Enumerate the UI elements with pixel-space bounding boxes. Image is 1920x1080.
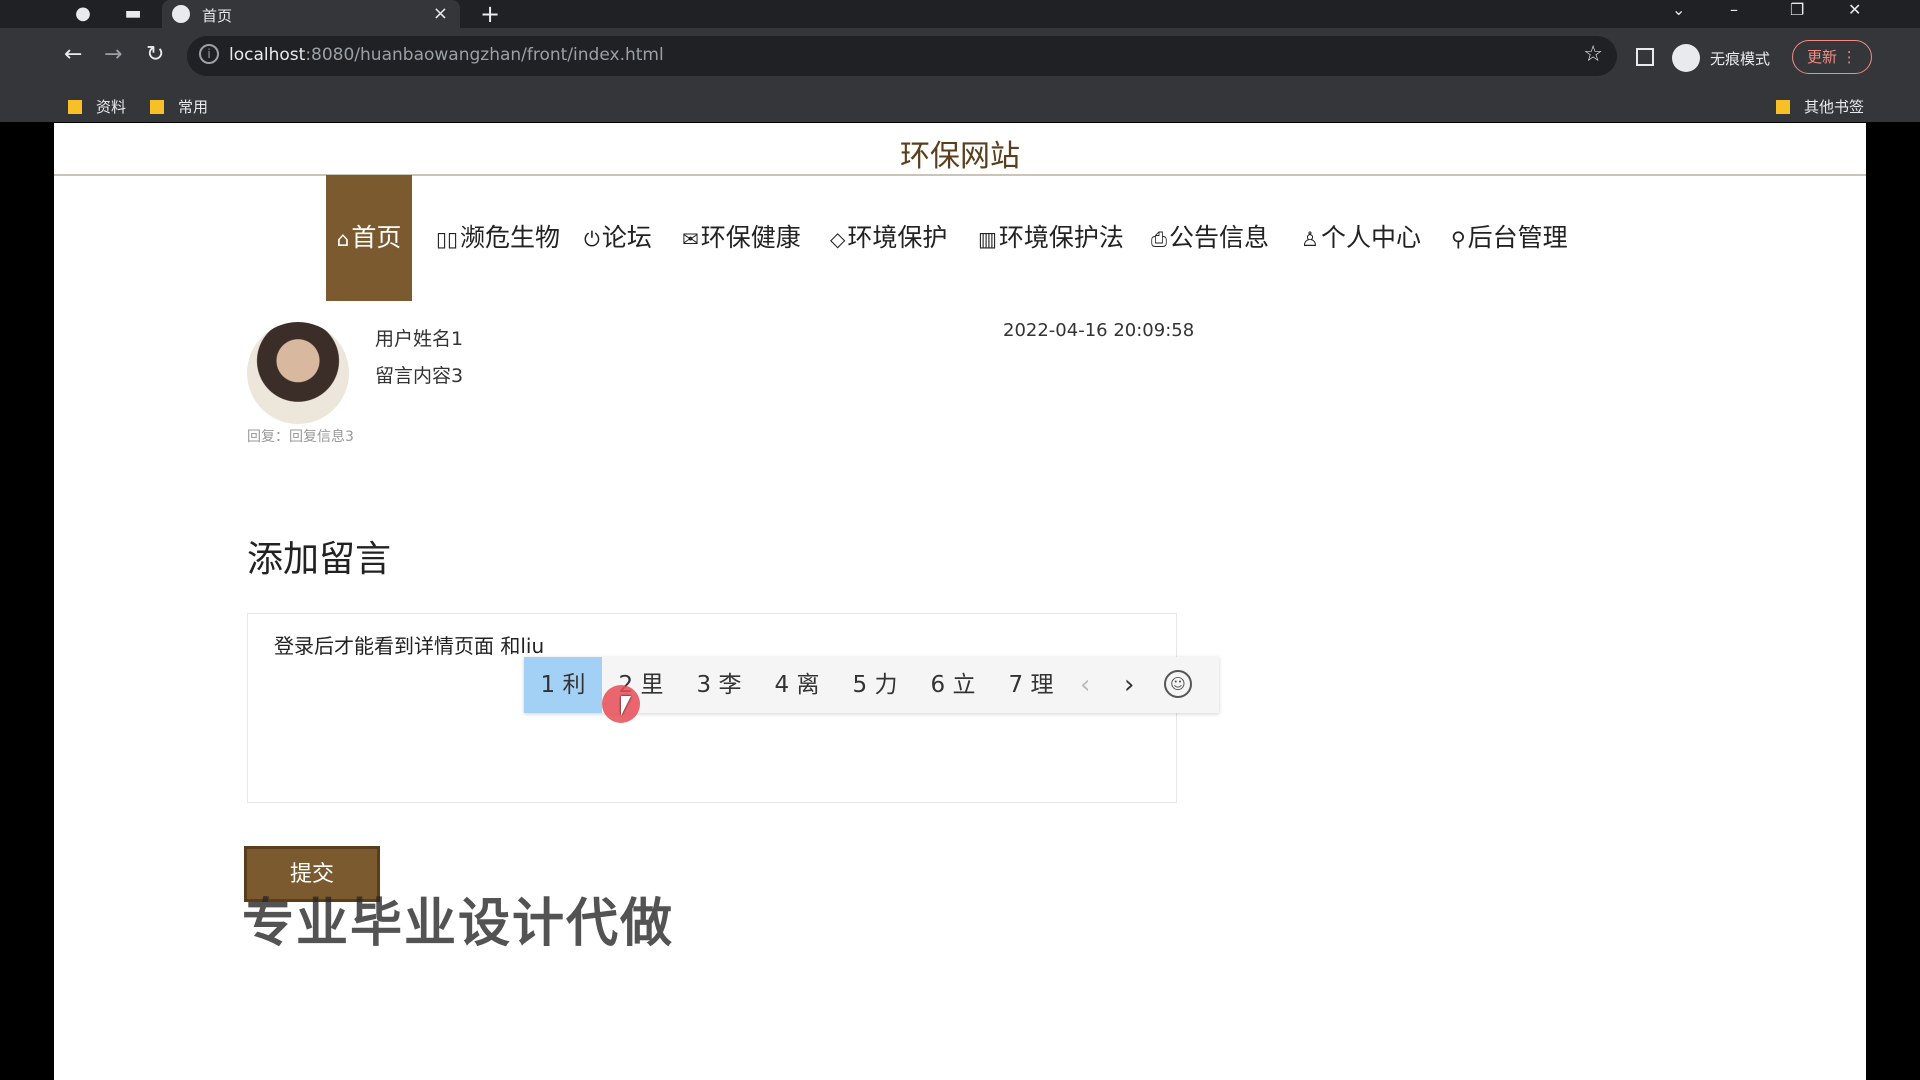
favicon-icon (172, 5, 190, 23)
add-message-title: 添加留言 (247, 539, 392, 580)
menu-label: 个人中心 (1320, 223, 1421, 252)
user-icon: ♙ (1301, 227, 1319, 251)
menu-item-health[interactable]: ✉环保健康 (682, 175, 801, 301)
incognito-label[interactable]: 无痕模式 (1710, 48, 1770, 69)
watermark-text: 专业毕业设计代做 (242, 894, 675, 954)
tag-icon: ◇ (830, 227, 846, 251)
ime-prev-icon[interactable]: ‹ (1080, 657, 1090, 713)
other-bookmarks[interactable]: 其他书签 (1776, 96, 1864, 117)
ime-candidate[interactable]: 3 李 (680, 657, 758, 713)
ime-candidate[interactable]: 5 力 (836, 657, 914, 713)
message-user-name: 用户姓名1 (375, 328, 464, 350)
menu-label: 环境保护 (847, 223, 948, 252)
avatar (247, 322, 349, 424)
printer-icon: ⎙ (1151, 227, 1167, 251)
url-host: localhost (229, 45, 306, 65)
folder-icon (150, 100, 164, 114)
tab-dropdown-icon[interactable]: ⌄ (1672, 0, 1685, 19)
reload-icon[interactable]: ↻ (146, 42, 164, 67)
site-info-icon[interactable]: i (199, 44, 219, 64)
menu-item-endangered[interactable]: ▯▯濒危生物 (436, 175, 560, 301)
bookmark-label: 常用 (178, 98, 209, 116)
typed-text: 登录后才能看到详情页面 和liu (274, 634, 545, 658)
menu-label: 后台管理 (1467, 223, 1568, 252)
site-title: 环保网站 (900, 139, 1020, 174)
forward-icon[interactable]: → (104, 42, 122, 67)
browser-logo-icon[interactable]: ● (72, 3, 94, 25)
url-path: :8080/huanbaowangzhan/front/index.html (305, 45, 664, 65)
update-button[interactable]: 更新 ⋮ (1792, 40, 1872, 74)
page-viewport: 环保网站 ⌂首页 ▯▯濒危生物 ⏻论坛 ✉环保健康 ◇环境保护 ▥环境保护法 ⎙… (54, 123, 1866, 1080)
menu-item-home[interactable]: ⌂首页 (326, 175, 412, 301)
ime-candidate[interactable]: 4 离 (758, 657, 836, 713)
close-tab-icon[interactable]: × (433, 3, 448, 24)
menu-label: 论坛 (601, 223, 652, 252)
menu-label: 濒危生物 (460, 223, 561, 252)
menu-label: 环境保护法 (998, 223, 1124, 252)
menu-item-profile[interactable]: ♙个人中心 (1301, 175, 1421, 301)
bookmark-star-icon[interactable]: ☆ (1583, 42, 1603, 67)
menu-item-forum[interactable]: ⏻论坛 (584, 175, 652, 301)
menu-label: 公告信息 (1169, 223, 1270, 252)
folder-icon (68, 100, 82, 114)
ime-next-icon[interactable]: › (1124, 657, 1134, 713)
message-content: 留言内容3 (375, 365, 464, 387)
mouse-pointer-icon (621, 696, 631, 716)
menu-label: 首页 (351, 223, 402, 252)
bookmark-folder[interactable]: 资料 (68, 96, 126, 117)
ime-candidate[interactable]: 6 立 (914, 657, 992, 713)
menu-item-law[interactable]: ▥环境保护法 (978, 175, 1124, 301)
grid-icon: ▥ (978, 227, 997, 251)
bookmark-label: 资料 (96, 98, 127, 116)
message-time: 2022-04-16 20:09:58 (1003, 320, 1195, 341)
tab-home[interactable]: 首页 × (162, 0, 460, 28)
tab-bar: ● ▬ 首页 × + ⌄ – ❐ ✕ (0, 0, 1920, 28)
emoji-icon[interactable]: ☺ (1164, 670, 1192, 698)
incognito-icon[interactable] (1672, 44, 1700, 72)
book-icon: ▯▯ (436, 227, 459, 251)
home-icon: ⌂ (336, 227, 350, 251)
ime-candidate[interactable]: 1 利 (524, 657, 602, 713)
power-icon: ⏻ (584, 227, 600, 251)
address-bar[interactable]: i localhost:8080/huanbaowangzhan/front/i… (187, 36, 1617, 76)
back-icon[interactable]: ← (64, 42, 82, 67)
ime-candidate[interactable]: 7 理 (992, 657, 1070, 713)
other-bookmarks-label: 其他书签 (1804, 98, 1865, 116)
menu-label: 环保健康 (700, 223, 801, 252)
link-icon: ⚲ (1451, 227, 1466, 251)
minimize-icon[interactable]: – (1730, 0, 1738, 19)
envelope-icon: ✉ (682, 227, 699, 251)
folder-icon (1776, 100, 1790, 114)
url-text[interactable]: localhost:8080/huanbaowangzhan/front/ind… (229, 45, 664, 65)
tab-title: 首页 (202, 7, 233, 25)
new-tab-button[interactable]: + (480, 0, 500, 28)
browser-toolbar: ← → ↻ i localhost:8080/huanbaowangzhan/f… (0, 28, 1920, 88)
menu-item-notice[interactable]: ⎙公告信息 (1151, 175, 1269, 301)
tab-search-icon[interactable]: ▬ (122, 3, 144, 25)
side-panel-icon[interactable] (1636, 48, 1654, 66)
menu-item-protection[interactable]: ◇环境保护 (830, 175, 947, 301)
bookmark-folder[interactable]: 常用 (150, 96, 208, 117)
menu-item-admin[interactable]: ⚲后台管理 (1451, 175, 1568, 301)
bookmarks-bar: 资料 常用 其他书签 (0, 88, 1920, 122)
restore-icon[interactable]: ❐ (1790, 0, 1804, 19)
close-window-icon[interactable]: ✕ (1848, 0, 1861, 19)
update-label: 更新 (1807, 48, 1838, 66)
message-reply: 回复：回复信息3 (247, 429, 354, 445)
